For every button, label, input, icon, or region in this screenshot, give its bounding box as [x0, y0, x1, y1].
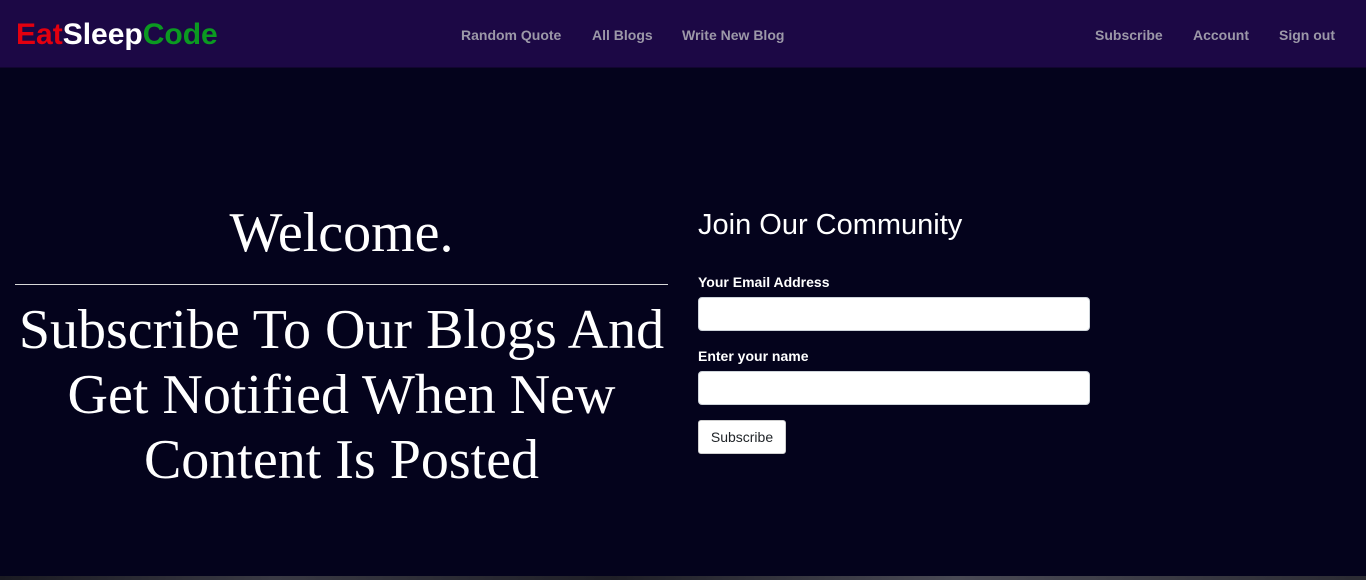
hero-section: Welcome. Subscribe To Our Blogs And Get … [15, 195, 668, 493]
navbar: EatSleepCode Random Quote All Blogs Writ… [0, 0, 1366, 68]
join-community-title: Join Our Community [698, 209, 963, 241]
brand-logo[interactable]: EatSleepCode [16, 16, 218, 54]
brand-part-sleep: Sleep [62, 18, 143, 51]
hero-divider [15, 284, 668, 285]
subscribe-button[interactable]: Subscribe [698, 420, 786, 454]
email-input[interactable] [698, 297, 1090, 331]
nav-link-write-new-blog[interactable]: Write New Blog [682, 26, 784, 44]
nav-link-account[interactable]: Account [1193, 26, 1249, 44]
subscribe-pitch: Subscribe To Our Blogs And Get Notified … [18, 299, 665, 491]
email-label: Your Email Address [698, 274, 830, 290]
brand-part-code: Code [142, 18, 218, 51]
welcome-heading: Welcome. [229, 202, 454, 264]
nav-link-sign-out[interactable]: Sign out [1279, 26, 1335, 44]
brand-part-eat: Eat [16, 18, 63, 51]
nav-link-subscribe[interactable]: Subscribe [1095, 26, 1163, 44]
footer-strip [0, 576, 1366, 580]
name-label: Enter your name [698, 348, 809, 364]
nav-link-random-quote[interactable]: Random Quote [461, 26, 561, 44]
subscribe-form: Join Our Community Your Email Address En… [698, 206, 1090, 454]
name-input[interactable] [698, 371, 1090, 405]
nav-link-all-blogs[interactable]: All Blogs [592, 26, 653, 44]
